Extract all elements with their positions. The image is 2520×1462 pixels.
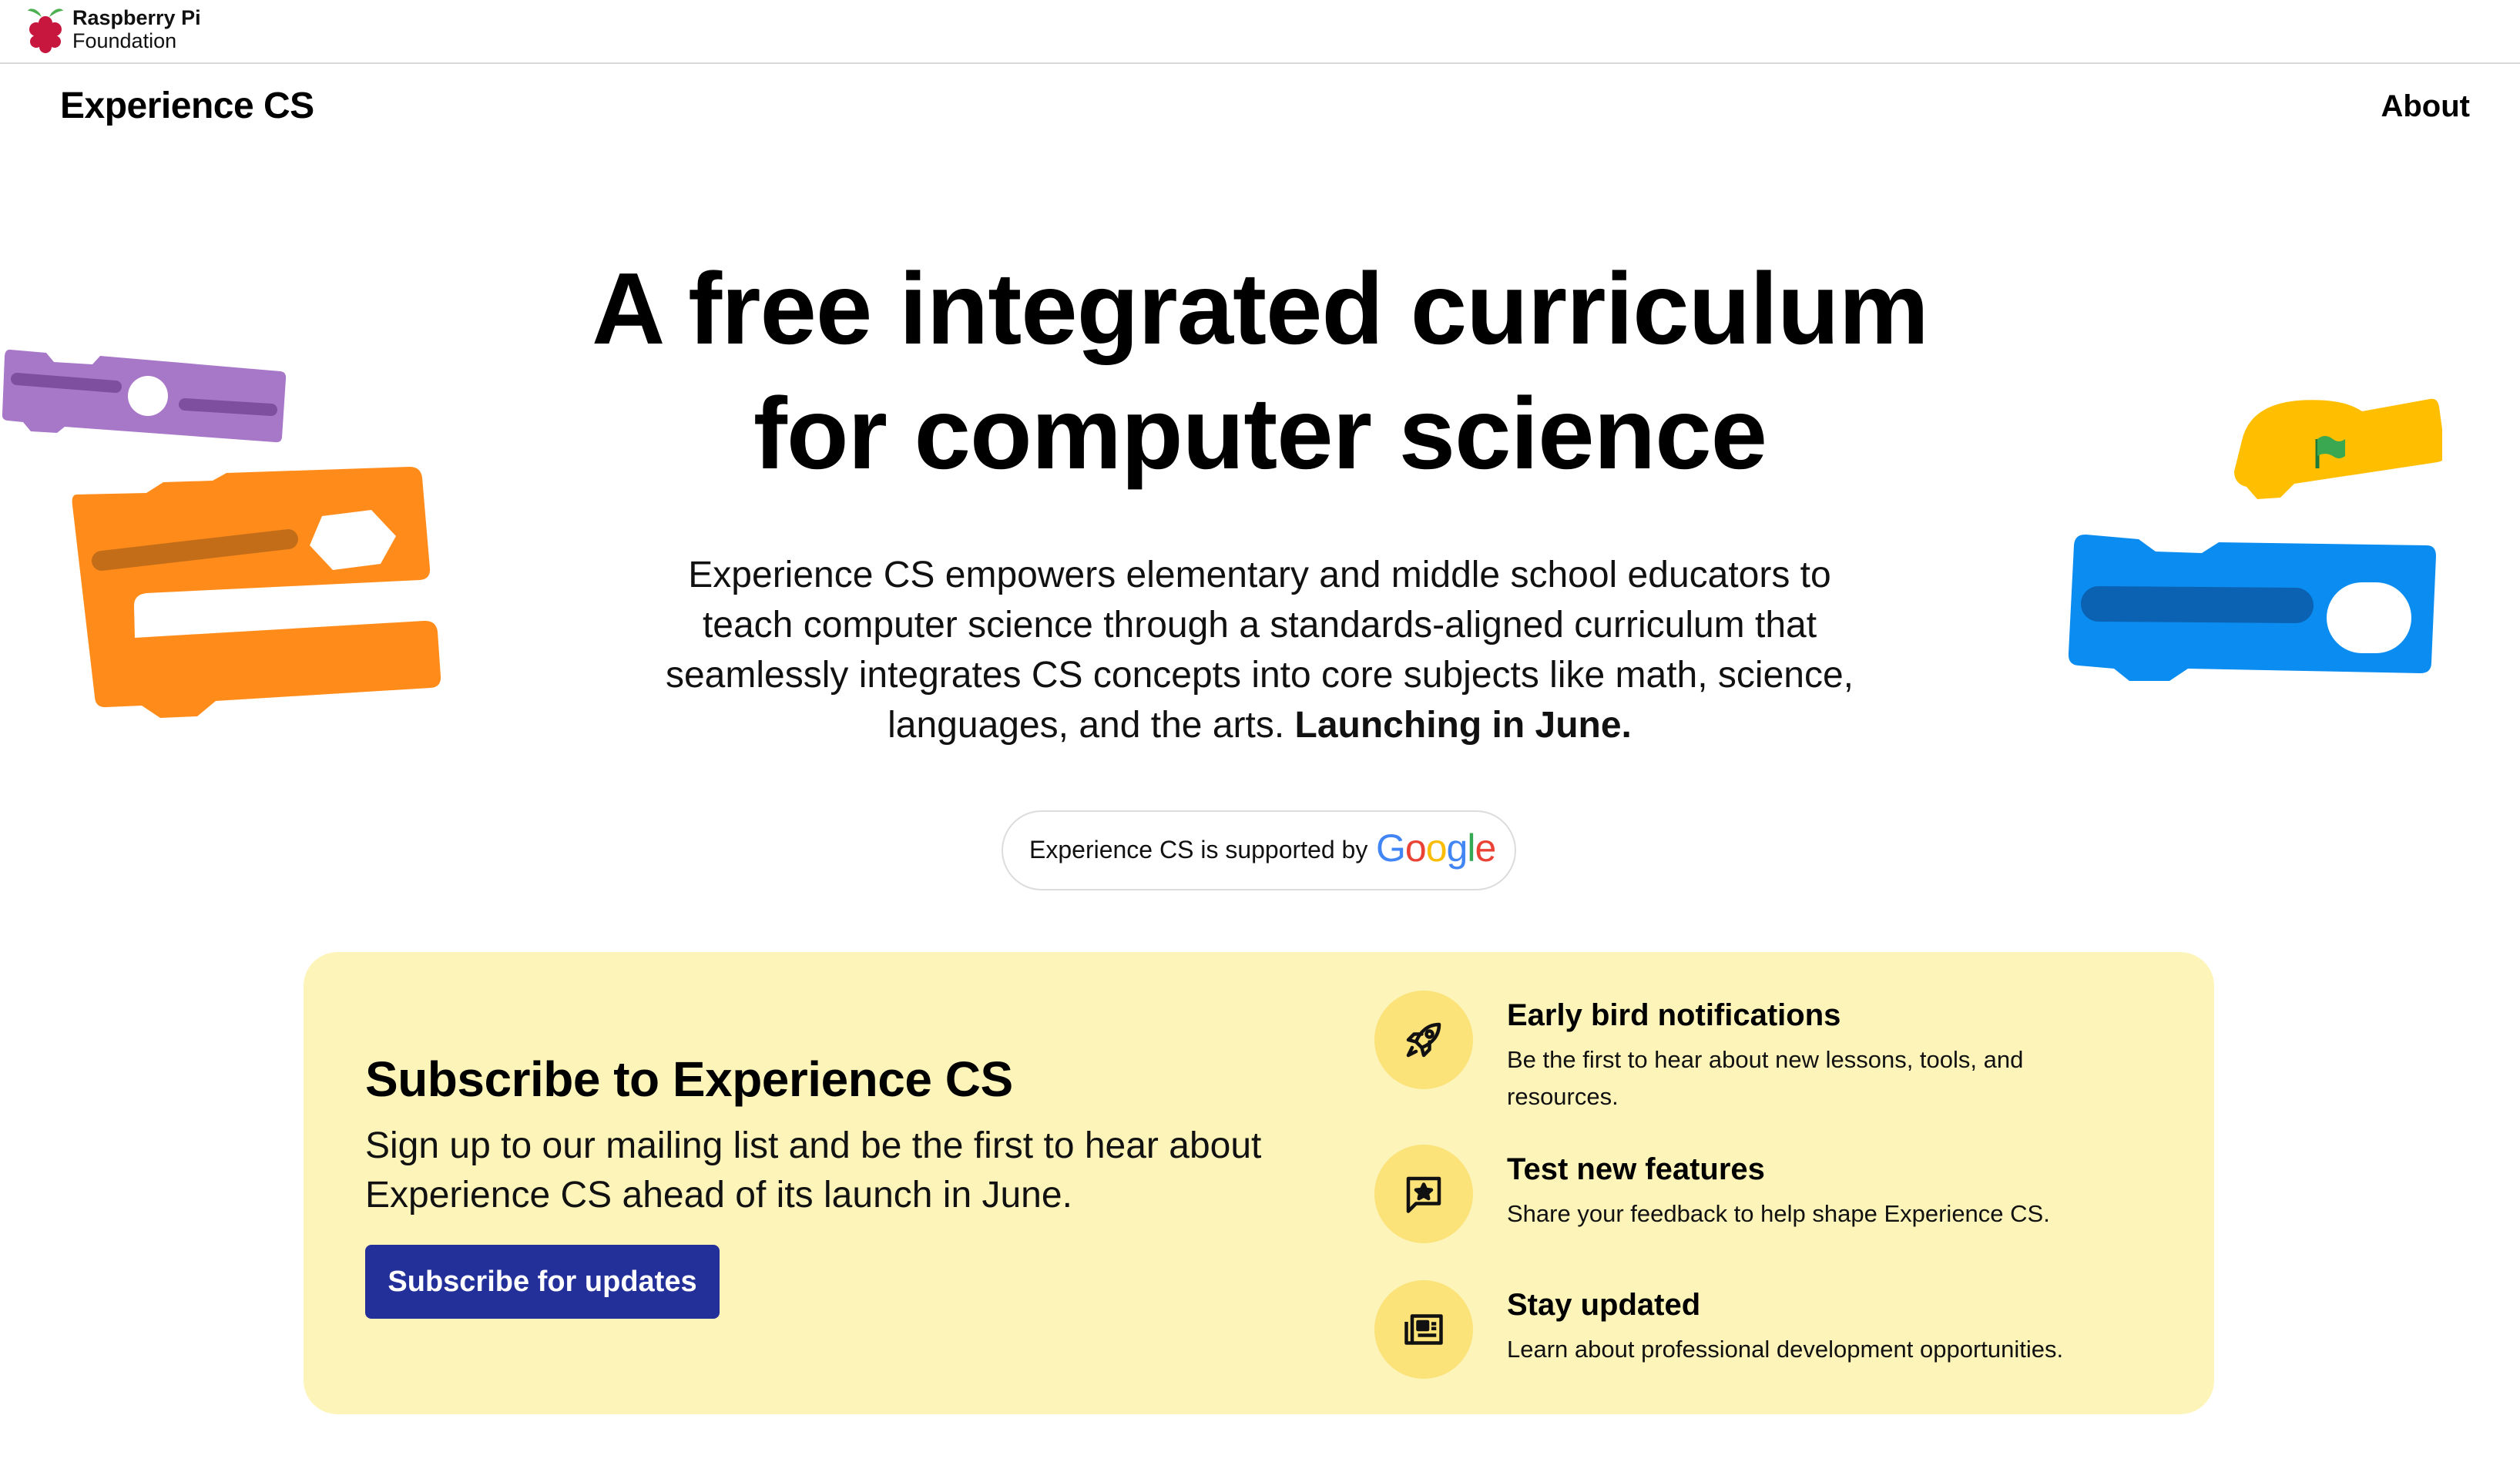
nav-about-link[interactable]: About xyxy=(2381,89,2470,124)
feature-description: Share your feedback to help shape Experi… xyxy=(1507,1200,2050,1227)
google-logo[interactable]: Google xyxy=(1376,826,1496,870)
org-name-line1: Raspberry Pi xyxy=(72,6,201,29)
orange-code-block-decoration xyxy=(72,467,441,718)
site-title[interactable]: Experience CS xyxy=(60,85,314,127)
subscribe-description: Sign up to our mailing list and be the f… xyxy=(365,1125,1262,1216)
hero-title: A free integrated curriculum for compute… xyxy=(592,252,1929,490)
feature-title: Test new features xyxy=(1507,1152,1765,1186)
org-name-line2: Foundation xyxy=(72,29,177,52)
star-feedback-icon xyxy=(1374,1145,1473,1243)
subscribe-title: Subscribe to Experience CS xyxy=(365,1051,1013,1107)
org-name[interactable]: Raspberry Pi Foundation xyxy=(72,6,201,52)
site-header: Experience CS About xyxy=(0,65,2520,157)
subscribe-button[interactable]: Subscribe for updates xyxy=(365,1245,720,1319)
supported-by-google-badge: Experience CS is supported by Google xyxy=(1002,810,1516,890)
feature-title: Early bird notifications xyxy=(1507,998,1841,1032)
supported-by-text: Experience CS is supported by xyxy=(1029,836,1368,863)
feature-title: Stay updated xyxy=(1507,1288,1701,1322)
raspberry-pi-logo[interactable] xyxy=(25,3,66,54)
rocket-icon xyxy=(1374,991,1473,1089)
org-bar: Raspberry Pi Foundation xyxy=(0,0,2520,64)
newspaper-icon xyxy=(1374,1280,1473,1379)
subscribe-card: Subscribe to Experience CS Sign up to ou… xyxy=(304,952,2214,1414)
hero-launch-note: Launching in June. xyxy=(1294,705,1632,746)
feature-description: Be the first to hear about new lessons, … xyxy=(1507,1046,2024,1110)
blue-code-block-decoration xyxy=(2068,534,2436,681)
hero-description-text: Experience CS empowers elementary and mi… xyxy=(665,555,1854,746)
feature-description: Learn about professional development opp… xyxy=(1507,1336,2064,1363)
hero-description: Experience CS empowers elementary and mi… xyxy=(643,550,1876,750)
